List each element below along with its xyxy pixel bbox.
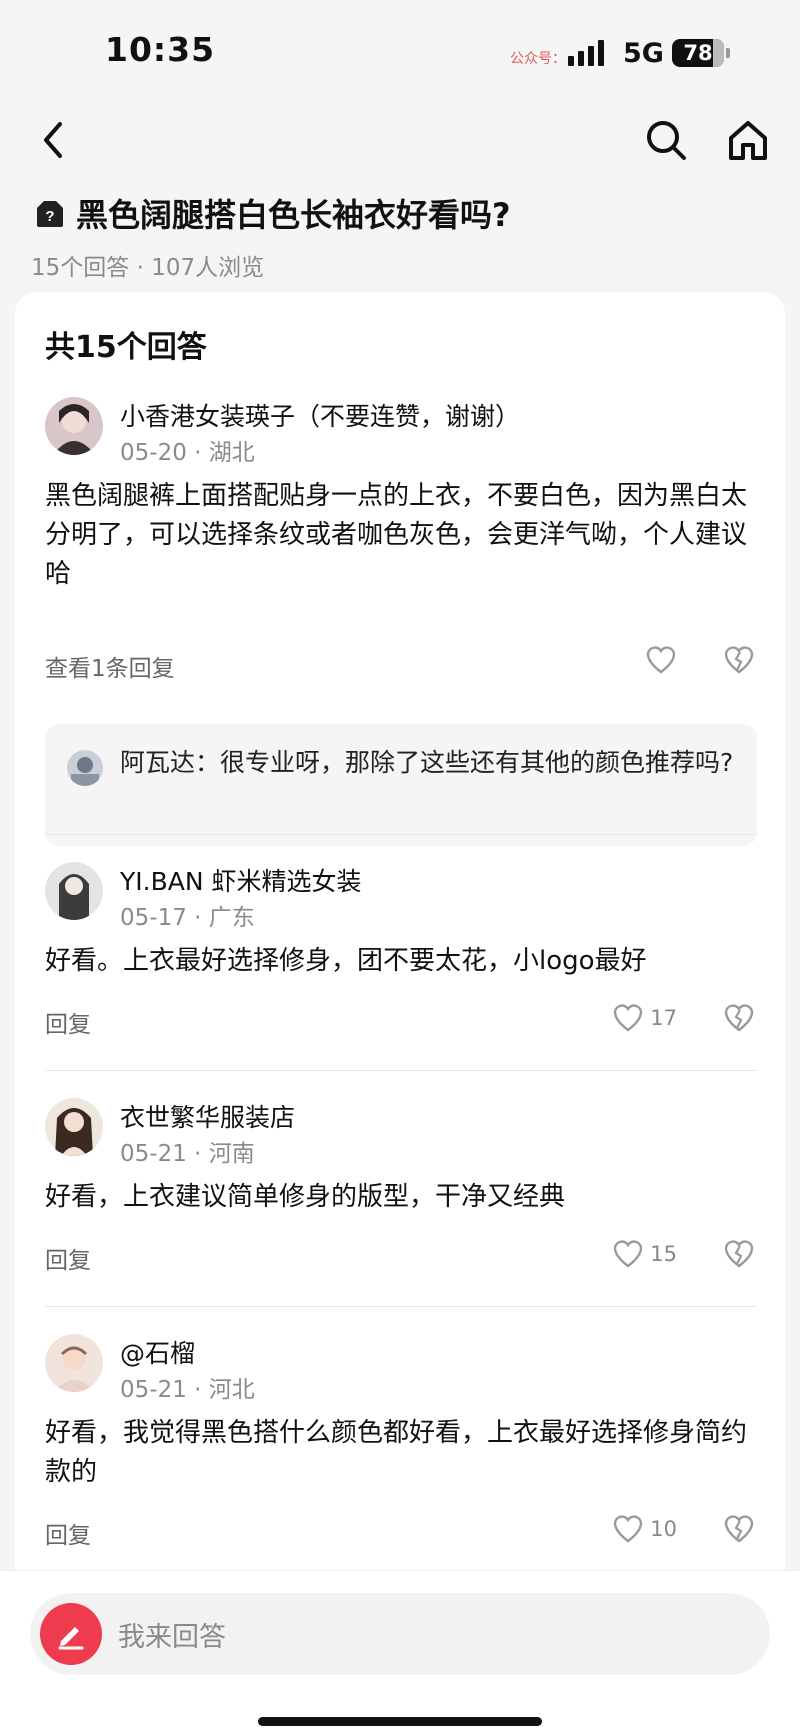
- answer-input-placeholder: 我来回答: [118, 1622, 226, 1653]
- answer-item: 小香港女装瑛子（不要连赞，谢谢） 05-20 · 湖北 黑色阔腿裤上面搭配贴身一…: [45, 397, 757, 917]
- answer-item: YI.BAN 虾米精选女装 05-17 · 广东 好看。上衣最好选择修身，团不要…: [45, 862, 757, 1062]
- avatar[interactable]: [45, 397, 103, 455]
- dislike-button[interactable]: [723, 1513, 757, 1547]
- write-answer-button[interactable]: [40, 1603, 102, 1665]
- home-button[interactable]: [723, 115, 773, 165]
- question-title-row: ? 黑色阔腿搭白色长袖衣好看吗?: [34, 190, 511, 236]
- network-type: 5G: [623, 38, 664, 69]
- answer-date-location: 05-20 · 湖北: [120, 440, 255, 466]
- back-button[interactable]: [28, 115, 78, 165]
- pen-icon: [58, 1627, 84, 1650]
- answer-date-location: 05-21 · 河北: [120, 1377, 255, 1403]
- avatar[interactable]: [45, 1334, 103, 1392]
- answer-author[interactable]: 小香港女装瑛子（不要连赞，谢谢）: [120, 397, 520, 433]
- question-title: 黑色阔腿搭白色长袖衣好看吗?: [76, 196, 511, 234]
- like-button[interactable]: 10: [612, 1513, 677, 1545]
- answer-content: 好看，上衣建议简单修身的版型，干净又经典: [45, 1182, 566, 1212]
- question-badge-icon: ?: [37, 201, 63, 227]
- watermark-text: 公众号：: [510, 51, 566, 67]
- battery-icon: 78: [672, 39, 730, 67]
- status-time: 10:35: [105, 30, 216, 69]
- avatar[interactable]: [45, 1098, 103, 1156]
- divider: [45, 834, 757, 835]
- answer-author[interactable]: @石榴: [120, 1334, 195, 1370]
- like-button[interactable]: 17: [612, 1002, 677, 1034]
- answer-item: 衣世繁华服装店 05-21 · 河南 好看，上衣建议简单修身的版型，干净又经典 …: [45, 1098, 757, 1298]
- dislike-button[interactable]: [723, 1238, 757, 1272]
- like-button[interactable]: 15: [612, 1238, 677, 1270]
- battery-level: 78: [683, 41, 713, 65]
- home-icon: [729, 121, 767, 160]
- dislike-button[interactable]: [723, 1002, 757, 1036]
- broken-heart-icon: [724, 646, 754, 674]
- broken-heart-icon: [724, 1240, 754, 1268]
- avatar[interactable]: [45, 862, 103, 920]
- home-indicator[interactable]: [258, 1717, 542, 1726]
- answer-author[interactable]: 衣世繁华服装店: [120, 1098, 295, 1134]
- divider: [45, 1070, 757, 1071]
- answer-author[interactable]: YI.BAN 虾米精选女装: [120, 862, 362, 898]
- top-nav: [0, 105, 800, 175]
- back-arrow-icon: [44, 122, 62, 158]
- heart-icon: [614, 1240, 643, 1268]
- like-count: 15: [650, 1242, 677, 1266]
- view-replies-link[interactable]: 查看1条回复: [45, 649, 175, 683]
- answer-content: 黑色阔腿裤上面搭配贴身一点的上衣，不要白色，因为黑白太分明了，可以选择条纹或者咖…: [45, 481, 748, 589]
- broken-heart-icon: [724, 1515, 754, 1543]
- reply-button[interactable]: 回复: [45, 1241, 91, 1275]
- answer-date-location: 05-21 · 河南: [120, 1141, 255, 1167]
- like-count: 17: [650, 1006, 677, 1030]
- signal-icon: [568, 40, 604, 66]
- answers-card: 共15个回答 小香港女装瑛子（不要连赞，谢谢） 05-20 · 湖北 黑色阔腿裤…: [15, 292, 785, 1592]
- reply-button[interactable]: 回复: [45, 1516, 91, 1550]
- like-count: 10: [650, 1517, 677, 1541]
- like-button[interactable]: [645, 644, 677, 676]
- answer-input[interactable]: 我来回答: [30, 1593, 770, 1675]
- status-bar: 10:35 公众号： 5G 78: [0, 0, 800, 100]
- answer-date-location: 05-17 · 广东: [120, 905, 255, 931]
- answer-item: @石榴 05-21 · 河北 好看，我觉得黑色搭什么颜色都好看，上衣最好选择修身…: [45, 1334, 757, 1574]
- answers-count-heading: 共15个回答: [45, 330, 207, 365]
- reply-button[interactable]: 回复: [45, 1005, 91, 1039]
- answer-content: 好看。上衣最好选择修身，团不要太花，小logo最好: [45, 946, 647, 976]
- search-button[interactable]: [641, 115, 691, 165]
- question-meta: 15个回答 · 107人浏览: [31, 255, 265, 281]
- bottom-answer-bar: 我来回答: [0, 1570, 800, 1734]
- svg-text:?: ?: [45, 208, 54, 225]
- broken-heart-icon: [724, 1004, 754, 1032]
- sub-reply-avatar: [67, 750, 103, 786]
- divider: [45, 1306, 757, 1307]
- heart-icon: [614, 1515, 643, 1543]
- search-icon: [647, 121, 686, 160]
- answer-content: 好看，我觉得黑色搭什么颜色都好看，上衣最好选择修身简约款的: [45, 1418, 748, 1487]
- sub-reply-preview[interactable]: 阿瓦达：很专业呀，那除了这些还有其他的颜色推荐吗?: [45, 724, 757, 846]
- heart-icon: [646, 646, 676, 674]
- heart-icon: [614, 1004, 643, 1032]
- dislike-button[interactable]: [723, 644, 757, 678]
- sub-reply-text: 阿瓦达：很专业呀，那除了这些还有其他的颜色推荐吗?: [120, 748, 734, 777]
